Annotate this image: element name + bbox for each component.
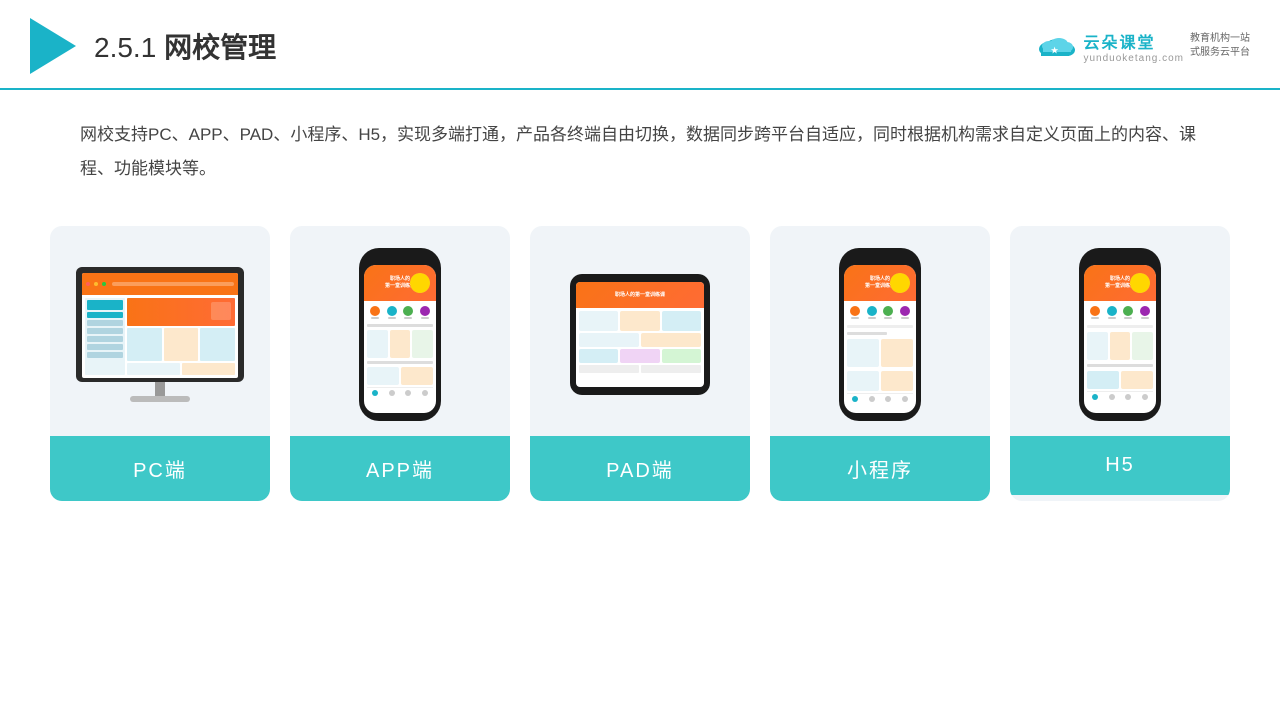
card-app-image: 职场人的第一堂训练课 [290,226,510,436]
card-pc: PC端 [50,226,270,501]
tablet-mockup: 职场人的第一堂训练课 [570,274,710,395]
card-pad-image: 职场人的第一堂训练课 [530,226,750,436]
card-h5: 职场人的第一堂训练课 [1010,226,1230,501]
card-app-label: APP端 [290,436,510,501]
brand-tagline: 教育机构一站 式服务云平台 [1190,32,1250,60]
description-text: 网校支持PC、APP、PAD、小程序、H5，实现多端打通，产品各终端自由切换，数… [0,90,1280,206]
phone-mockup-h5: 职场人的第一堂训练课 [1079,248,1161,421]
svg-text:★: ★ [1051,46,1059,55]
phone-mockup-app: 职场人的第一堂训练课 [359,248,441,421]
card-pad: 职场人的第一堂训练课 [530,226,750,501]
card-pc-label: PC端 [50,436,270,501]
brand-url: yunduoketang.com [1083,53,1184,64]
phone-mockup-mini: 职场人的第一堂训练课 [839,248,921,421]
cloud-icon: ★ [1033,31,1077,61]
card-app: 职场人的第一堂训练课 [290,226,510,501]
header-left: 2.5.1 网校管理 [30,18,276,74]
card-miniprogram-image: 职场人的第一堂训练课 [770,226,990,436]
brand-area: ★ 云朵课堂 yunduoketang.com 教育机构一站 式服务云平台 [1033,29,1250,64]
page-title: 2.5.1 网校管理 [94,26,276,66]
card-pad-label: PAD端 [530,436,750,501]
card-pc-image [50,226,270,436]
pc-mockup [76,267,244,402]
card-h5-label: H5 [1010,436,1230,495]
logo-triangle-icon [30,18,76,74]
brand-logo: ★ 云朵课堂 yunduoketang.com 教育机构一站 式服务云平台 [1033,29,1250,64]
brand-name: 云朵课堂 [1083,29,1184,53]
cards-container: PC端 职场人的第一堂训练课 [0,206,1280,531]
header: 2.5.1 网校管理 ★ 云朵课堂 yunduoketang.com [0,0,1280,90]
card-h5-image: 职场人的第一堂训练课 [1010,226,1230,436]
card-miniprogram-label: 小程序 [770,436,990,501]
card-miniprogram: 职场人的第一堂训练课 [770,226,990,501]
